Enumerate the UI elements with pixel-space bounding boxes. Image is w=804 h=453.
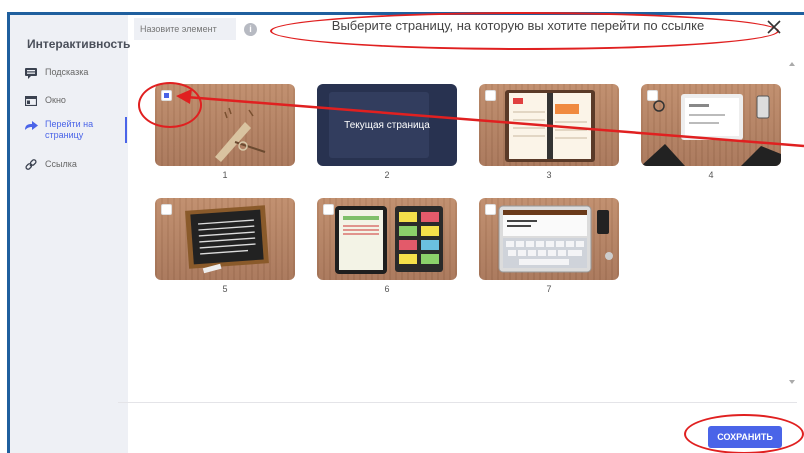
annotation-arrow: [176, 89, 804, 148]
